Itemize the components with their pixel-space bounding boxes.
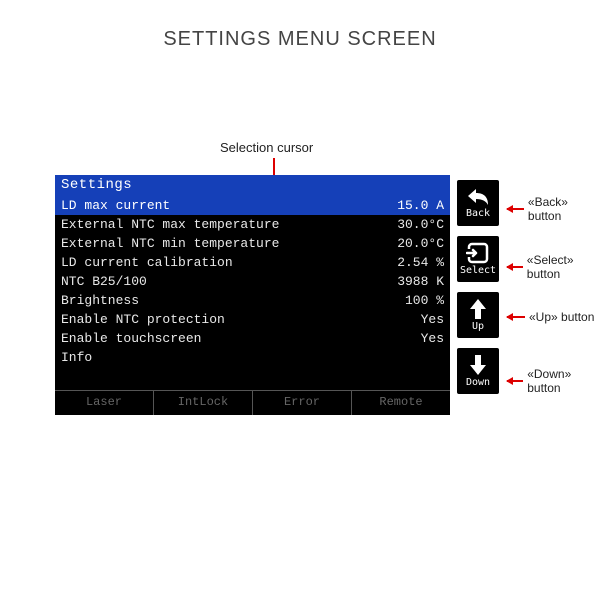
callout-arrow-icon <box>507 316 525 318</box>
settings-row-label: Info <box>61 349 92 366</box>
settings-row-value: 30.0°C <box>374 216 444 233</box>
up-button[interactable]: Up <box>455 290 501 340</box>
page-title: SETTINGS MENU SCREEN <box>0 0 600 51</box>
device-screen: Settings LD max current15.0 AExternal NT… <box>55 175 450 415</box>
callout-select-text: «Select» button <box>527 253 600 281</box>
select-enter-icon <box>466 242 490 264</box>
down-button-label: Down <box>466 377 490 388</box>
screen-title: Settings <box>55 175 450 196</box>
settings-row-label: External NTC max temperature <box>61 216 279 233</box>
callout-down-text: «Down» button <box>527 367 600 395</box>
settings-row-label: NTC B25/100 <box>61 273 147 290</box>
settings-row-value: 3988 K <box>374 273 444 290</box>
status-error: Error <box>253 391 352 415</box>
settings-row[interactable]: Brightness 100 % <box>55 291 450 310</box>
settings-row[interactable]: Enable touchscreen Yes <box>55 329 450 348</box>
settings-list: LD max current15.0 AExternal NTC max tem… <box>55 196 450 390</box>
back-arrow-icon <box>466 187 490 207</box>
settings-row[interactable]: Enable NTC protection Yes <box>55 310 450 329</box>
settings-row[interactable]: NTC B25/100 3988 K <box>55 272 450 291</box>
up-arrow-icon <box>468 298 488 320</box>
settings-row[interactable]: External NTC min temperature 20.0°C <box>55 234 450 253</box>
settings-row-value: 20.0°C <box>374 235 444 252</box>
status-remote: Remote <box>352 391 450 415</box>
callout-up-text: «Up» button <box>529 310 594 324</box>
down-button[interactable]: Down <box>455 346 501 396</box>
select-button[interactable]: Select <box>455 234 501 284</box>
settings-row-value: Yes <box>374 330 444 347</box>
back-button-label: Back <box>466 208 490 219</box>
down-arrow-icon <box>468 354 488 376</box>
settings-row-value: Yes <box>374 311 444 328</box>
settings-row-value <box>374 349 444 366</box>
settings-row-label: Enable touchscreen <box>61 330 201 347</box>
settings-row-label: LD current calibration <box>61 254 233 271</box>
select-button-label: Select <box>460 265 496 276</box>
callout-back: «Back» button <box>507 195 600 223</box>
callout-arrow-icon <box>507 208 524 210</box>
settings-row-value: 100 % <box>374 292 444 309</box>
callout-up: «Up» button <box>507 310 594 324</box>
status-laser: Laser <box>55 391 154 415</box>
settings-row[interactable]: LD current calibration 2.54 % <box>55 253 450 272</box>
up-button-label: Up <box>472 321 484 332</box>
settings-row[interactable]: Info <box>55 348 450 367</box>
settings-row-label: Brightness <box>61 292 139 309</box>
settings-row-label: Enable NTC protection <box>61 311 225 328</box>
back-button[interactable]: Back <box>455 178 501 228</box>
callout-back-text: «Back» button <box>528 195 600 223</box>
callout-down: «Down» button <box>507 367 600 395</box>
cursor-label: Selection cursor <box>220 140 313 155</box>
settings-row-value: 15.0 A <box>374 197 444 214</box>
settings-row[interactable]: External NTC max temperature 30.0°C <box>55 215 450 234</box>
status-intlock: IntLock <box>154 391 253 415</box>
settings-row-value: 2.54 % <box>374 254 444 271</box>
side-buttons: Back Select Up Down <box>455 178 501 396</box>
callout-arrow-icon <box>507 266 523 268</box>
callout-arrow-icon <box>507 380 523 382</box>
settings-row-label: LD max current <box>61 197 170 214</box>
status-bar: Laser IntLock Error Remote <box>55 390 450 415</box>
settings-row[interactable]: LD max current 15.0 A <box>55 196 450 215</box>
settings-row-label: External NTC min temperature <box>61 235 279 252</box>
callout-select: «Select» button <box>507 253 600 281</box>
